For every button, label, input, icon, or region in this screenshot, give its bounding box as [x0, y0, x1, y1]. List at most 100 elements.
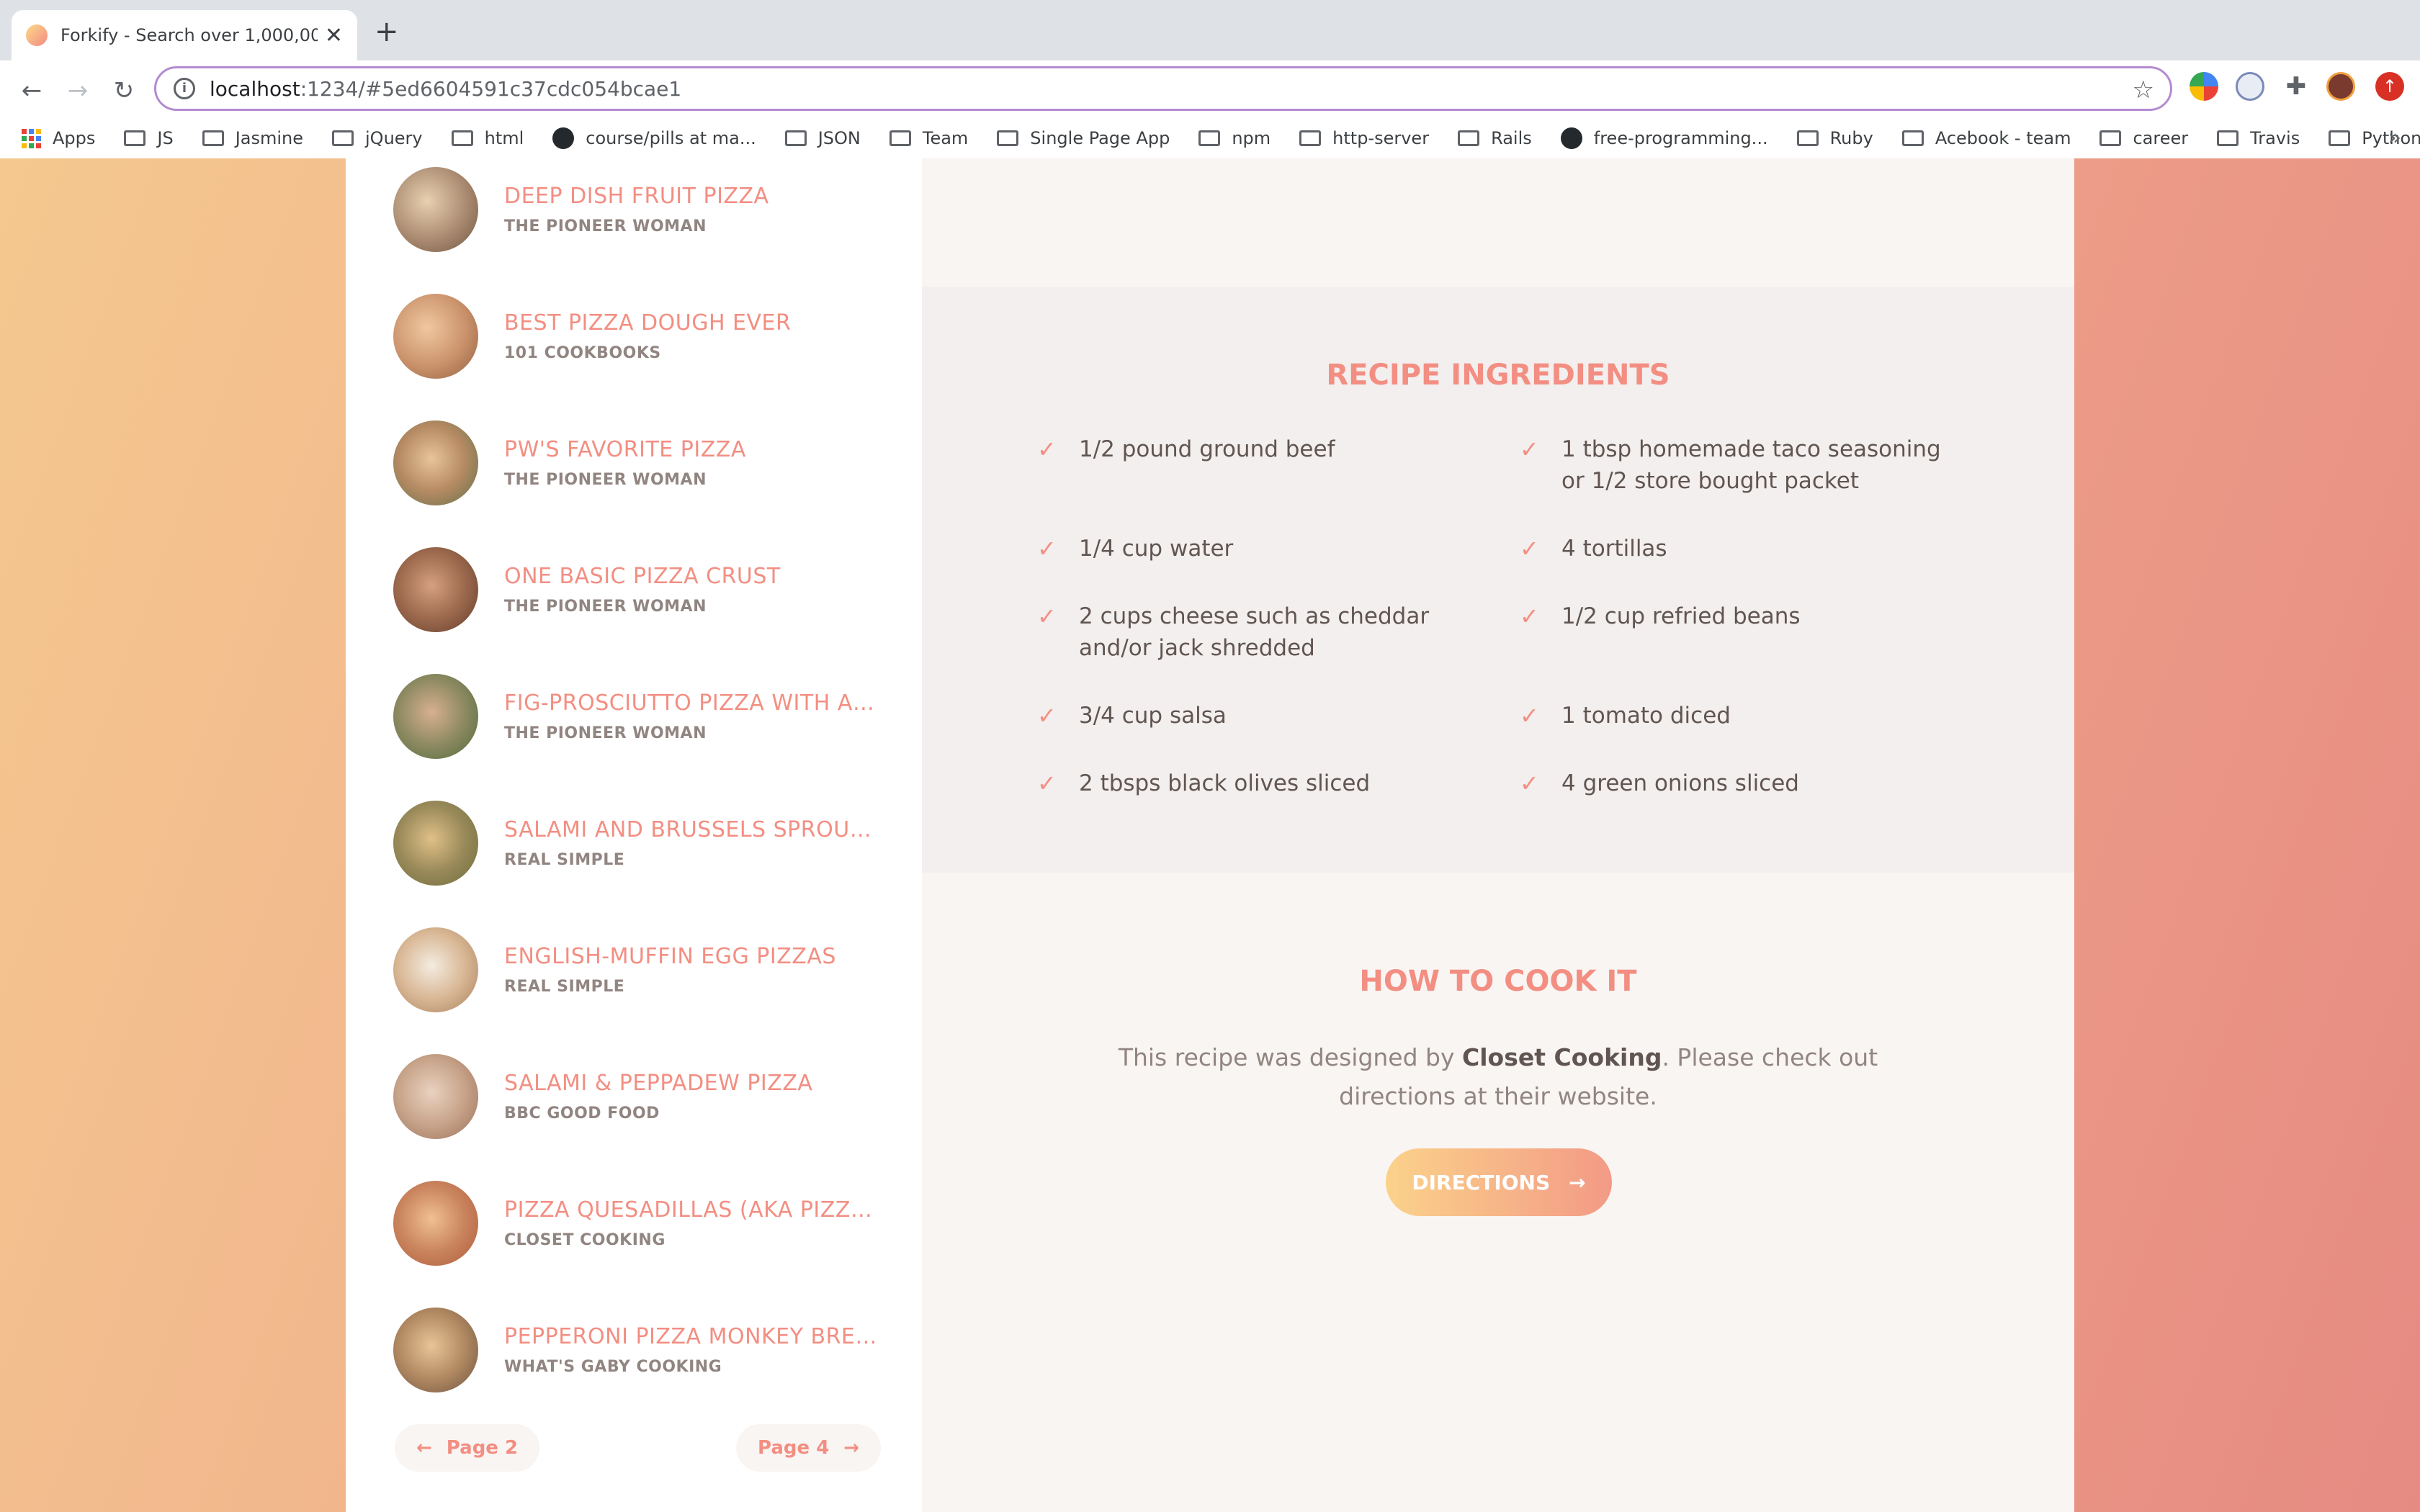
- app-container: DEEP DISH FRUIT PIZZA THE PIONEER WOMAN B…: [346, 158, 2074, 1512]
- bookmark-star-icon[interactable]: ☆: [2133, 76, 2154, 104]
- bookmarks-bar: Apps JS Jasmine jQuery html course/pills…: [0, 115, 2420, 161]
- bookmark-folder[interactable]: Single Page App: [997, 128, 1170, 148]
- update-icon[interactable]: ↑: [2375, 72, 2404, 101]
- bookmark-folder[interactable]: Jasmine: [202, 128, 303, 148]
- bookmark-link[interactable]: free-programming...: [1560, 127, 1768, 149]
- recipe-publisher: Closet Cooking: [1462, 1043, 1662, 1071]
- extension-info-icon[interactable]: [2236, 72, 2264, 101]
- recipe-thumbnail: [393, 167, 478, 252]
- ingredient-text: 1 tbsp homemade taco seasoning or 1/2 st…: [1561, 436, 1941, 494]
- result-publisher: WHAT'S GABY COOKING: [504, 1358, 722, 1376]
- directions-text: This recipe was designed by Closet Cooki…: [1095, 1038, 1901, 1116]
- bookmark-folder[interactable]: Acebook - team: [1901, 128, 2071, 148]
- folder-icon: [1901, 130, 1924, 146]
- bookmark-folder[interactable]: html: [451, 128, 524, 148]
- bookmark-folder[interactable]: Team: [889, 128, 968, 148]
- recipe-thumbnail: [393, 801, 478, 886]
- folder-icon: [1458, 130, 1480, 146]
- recipe-directions: HOW TO COOK IT This recipe was designed …: [922, 873, 2074, 1512]
- bookmark-link[interactable]: course/pills at ma...: [552, 127, 756, 149]
- recipe-thumbnail: [393, 1054, 478, 1139]
- bookmark-label: Jasmine: [235, 128, 304, 148]
- folder-icon: [1198, 130, 1221, 146]
- ingredient-text: 3/4 cup salsa: [1079, 703, 1227, 729]
- result-item[interactable]: PW'S FAVORITE PIZZA THE PIONEER WOMAN: [393, 416, 897, 510]
- github-icon: [552, 127, 575, 149]
- next-page-button[interactable]: Page 4 →: [736, 1424, 882, 1472]
- folder-icon: [2099, 130, 2122, 146]
- result-title: SALAMI AND BRUSSELS SPROUTS...: [504, 817, 879, 842]
- result-item[interactable]: SALAMI & PEPPADEW PIZZA BBC GOOD FOOD: [393, 1050, 897, 1143]
- result-item[interactable]: FIG-PROSCIUTTO PIZZA WITH AR... THE PIONE…: [393, 670, 897, 763]
- result-item[interactable]: SALAMI AND BRUSSELS SPROUTS... REAL SIMPL…: [393, 796, 897, 890]
- bookmark-folder[interactable]: JSON: [784, 128, 861, 148]
- bookmark-label: Acebook - team: [1935, 128, 2071, 148]
- bookmark-folder[interactable]: Ruby: [1796, 128, 1873, 148]
- site-info-icon[interactable]: i: [174, 78, 195, 99]
- bookmark-label: http-server: [1332, 128, 1430, 148]
- result-item[interactable]: ONE BASIC PIZZA CRUST THE PIONEER WOMAN: [393, 543, 897, 636]
- ingredients-heading: RECIPE INGREDIENTS: [1326, 359, 1670, 392]
- result-item[interactable]: DEEP DISH FRUIT PIZZA THE PIONEER WOMAN: [393, 163, 897, 256]
- url-text: localhost:1234/#5ed6604591c37cdc054bcae1: [210, 77, 681, 101]
- bookmark-label: Ruby: [1829, 128, 1873, 148]
- bookmarks-more-icon[interactable]: »: [2388, 125, 2401, 150]
- close-tab-icon[interactable]: ✕: [325, 23, 343, 48]
- result-item[interactable]: PEPPERONI PIZZA MONKEY BREAD WHAT'S GABY …: [393, 1303, 897, 1397]
- result-publisher: THE PIONEER WOMAN: [504, 471, 707, 489]
- prev-page-button[interactable]: ← Page 2: [395, 1424, 540, 1472]
- bookmark-label: career: [2133, 128, 2189, 148]
- bookmark-label: html: [484, 128, 524, 148]
- ingredient-text: 2 cups cheese such as cheddar and/or jac…: [1079, 603, 1430, 661]
- browser-toolbar: ← → ↻ i localhost:1234/#5ed6604591c37cdc…: [0, 60, 2420, 171]
- arrow-right-icon: →: [1569, 1170, 1586, 1194]
- reload-icon[interactable]: ↻: [107, 73, 141, 108]
- bookmark-label: jQuery: [365, 128, 423, 148]
- bookmark-apps[interactable]: Apps: [22, 128, 95, 148]
- recipe-thumbnail: [393, 927, 478, 1012]
- profile-avatar[interactable]: [2326, 72, 2355, 101]
- tab-strip: Forkify - Search over 1,000,000 ✕ +: [0, 0, 2420, 60]
- directions-text-before: This recipe was designed by: [1118, 1043, 1463, 1071]
- address-bar[interactable]: i localhost:1234/#5ed6604591c37cdc054bca…: [154, 66, 2172, 111]
- result-title: PIZZA QUESADILLAS (AKA PIZZAD...: [504, 1197, 879, 1223]
- bookmark-folder[interactable]: jQuery: [332, 128, 423, 148]
- result-publisher: REAL SIMPLE: [504, 978, 625, 996]
- bookmark-folder[interactable]: Python: [2329, 128, 2420, 148]
- folder-icon: [784, 130, 807, 146]
- arrow-right-icon: →: [843, 1437, 860, 1459]
- folder-icon: [889, 130, 911, 146]
- extensions-puzzle-icon[interactable]: ✚: [2282, 72, 2311, 101]
- result-item[interactable]: PIZZA QUESADILLAS (AKA PIZZAD... CLOSET C…: [393, 1176, 897, 1270]
- forward-icon[interactable]: →: [60, 73, 95, 108]
- result-item[interactable]: BEST PIZZA DOUGH EVER 101 COOKBOOKS: [393, 289, 897, 383]
- bookmark-folder[interactable]: Travis: [2217, 128, 2300, 148]
- ingredient: ✓ 2 tbsps black olives sliced: [1037, 768, 1476, 799]
- result-title: SALAMI & PEPPADEW PIZZA: [504, 1071, 813, 1096]
- ingredient: ✓ 1/2 cup refried beans: [1520, 600, 1959, 632]
- bookmark-folder[interactable]: Rails: [1458, 128, 1532, 148]
- result-title: BEST PIZZA DOUGH EVER: [504, 310, 792, 336]
- bookmark-folder[interactable]: JS: [124, 128, 174, 148]
- bookmark-label: Apps: [53, 128, 96, 148]
- bookmark-folder[interactable]: http-server: [1299, 128, 1429, 148]
- ingredient-text: 1/2 cup refried beans: [1561, 603, 1801, 629]
- bookmark-label: Team: [922, 128, 969, 148]
- ingredient: ✓ 4 tortillas: [1520, 533, 1959, 564]
- back-icon[interactable]: ←: [14, 73, 49, 108]
- browser-tab[interactable]: Forkify - Search over 1,000,000 ✕: [12, 10, 357, 60]
- check-icon: ✓: [1037, 702, 1057, 729]
- bookmark-folder[interactable]: npm: [1198, 128, 1270, 148]
- result-item[interactable]: ENGLISH-MUFFIN EGG PIZZAS REAL SIMPLE: [393, 923, 897, 1017]
- result-publisher: 101 COOKBOOKS: [504, 344, 661, 362]
- bookmark-folder[interactable]: career: [2099, 128, 2188, 148]
- result-title: FIG-PROSCIUTTO PIZZA WITH AR...: [504, 690, 879, 716]
- folder-icon: [202, 130, 224, 146]
- check-icon: ✓: [1520, 770, 1539, 797]
- new-tab-icon[interactable]: +: [375, 17, 399, 46]
- directions-button[interactable]: DIRECTIONS →: [1386, 1148, 1612, 1216]
- result-publisher: BBC GOOD FOOD: [504, 1104, 660, 1122]
- extension-color-icon[interactable]: [2190, 72, 2218, 101]
- check-icon: ✓: [1037, 436, 1057, 463]
- github-icon: [1560, 127, 1582, 149]
